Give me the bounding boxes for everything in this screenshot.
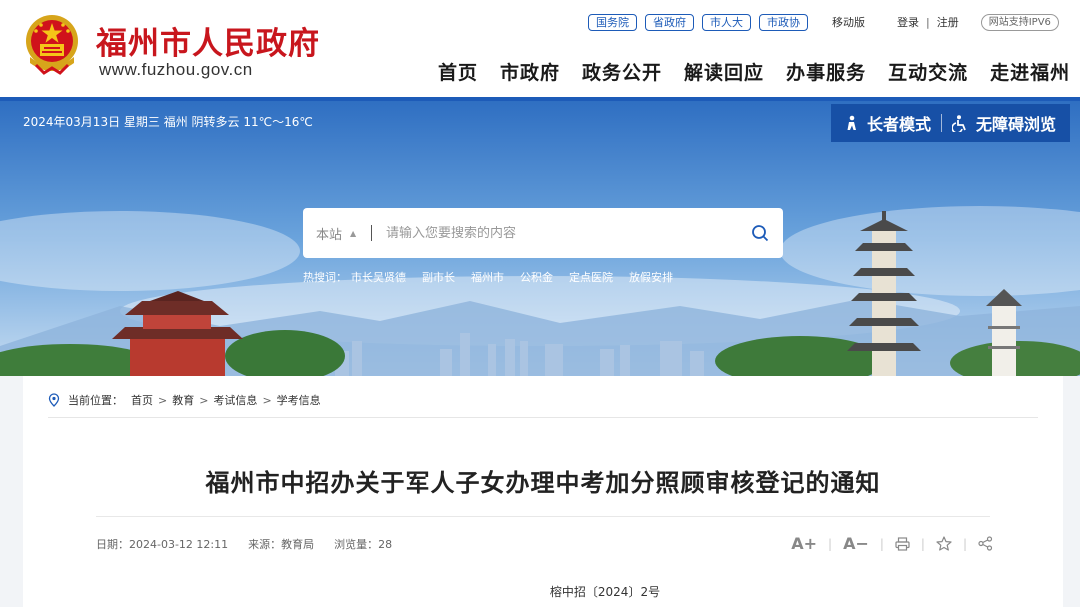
wheelchair-icon (951, 114, 966, 132)
article-source: 来源：教育局 (248, 538, 315, 551)
mobile-version-link[interactable]: 移动版 (832, 14, 865, 30)
hot-word[interactable]: 福州市 (471, 269, 504, 285)
ipv6-badge: 网站支持IPV6 (980, 13, 1059, 31)
search-input[interactable] (386, 225, 726, 241)
nav-city-gov[interactable]: 市政府 (500, 58, 560, 85)
site-name[interactable]: 福州市人民政府 (96, 18, 320, 63)
hot-word[interactable]: 定点医院 (569, 269, 613, 285)
hot-search-label: 热搜词： (303, 271, 347, 284)
date-weather: 2024年03月13日 星期三 福州 阴转多云 11℃～16℃ (23, 115, 313, 129)
font-decrease-button[interactable]: A− (843, 534, 869, 553)
top-links: 国务院 省政府 市人大 市政协 移动版 登录 | 注册 网站支持IPV6 (588, 13, 1059, 31)
hot-word[interactable]: 副市长 (422, 269, 455, 285)
link-municipal-congress[interactable]: 市人大 (702, 13, 751, 31)
elder-mode-button[interactable]: 长者模式 (845, 111, 931, 135)
nav-services[interactable]: 办事服务 (786, 58, 866, 85)
hot-search-words: 热搜词： 市长吴贤德 副市长 福州市 公积金 定点医院 放假安排 (303, 269, 689, 285)
breadcrumb-education[interactable]: 教育 (172, 392, 194, 408)
breadcrumb-sep: > (199, 393, 209, 407)
breadcrumb-sep: > (158, 393, 168, 407)
publish-date: 日期：2024-03-12 12:11 (96, 538, 229, 551)
breadcrumb-exam-info[interactable]: 考试信息 (213, 392, 257, 408)
national-emblem-icon (26, 15, 78, 75)
article-title: 福州市中招办关于军人子女办理中考加分照顾审核登记的通知 (205, 469, 881, 497)
main-nav: 首页 市政府 政务公开 解读回应 办事服务 互动交流 走进福州 (438, 58, 1070, 85)
hot-word[interactable]: 放假安排 (629, 269, 673, 285)
title-divider (96, 516, 990, 517)
article-meta: 日期：2024-03-12 12:11 来源：教育局 浏览量：28 (96, 536, 412, 552)
elder-icon (847, 115, 856, 130)
font-increase-button[interactable]: A+ (791, 534, 817, 553)
location-label: 当前位置： (68, 394, 123, 407)
elder-mode-label: 长者模式 (866, 115, 931, 134)
hot-word[interactable]: 市长吴贤德 (351, 269, 406, 285)
search-box: 本站 ▲ (303, 208, 783, 258)
breadcrumb: 当前位置： 首页 > 教育 > 考试信息 > 学考信息 (48, 392, 321, 408)
link-cppcc[interactable]: 市政协 (759, 13, 808, 31)
share-icon[interactable] (978, 536, 993, 551)
accessible-browse-button[interactable]: 无障碍浏览 (951, 111, 1056, 135)
breadcrumb-divider (48, 417, 1038, 418)
login-link[interactable]: 登录 (897, 14, 919, 30)
scope-sort-icon: ▲ (350, 228, 357, 238)
favorite-star-icon[interactable] (936, 536, 952, 551)
search-scope-select[interactable]: 本站 ▲ (303, 224, 371, 243)
document-number: 榕中招〔2024〕2号 (549, 585, 661, 599)
link-provincial-gov[interactable]: 省政府 (645, 13, 694, 31)
breadcrumb-home[interactable]: 首页 (131, 392, 153, 408)
hero-banner: 2024年03月13日 星期三 福州 阴转多云 11℃～16℃ 长者模式 无障碍… (0, 101, 1080, 376)
breadcrumb-sep: > (262, 393, 272, 407)
access-divider (940, 114, 942, 132)
search-icon[interactable] (751, 224, 769, 242)
nav-about-fuzhou[interactable]: 走进福州 (990, 58, 1070, 85)
login-separator: | (926, 15, 930, 29)
nav-gov-affairs[interactable]: 政务公开 (582, 58, 662, 85)
site-url[interactable]: www.fuzhou.gov.cn (99, 60, 253, 80)
nav-interpretation[interactable]: 解读回应 (684, 58, 764, 85)
accessibility-bar: 长者模式 无障碍浏览 (830, 104, 1070, 142)
article-tools: A+ | A− | | | (791, 534, 993, 553)
site-header: 福州市人民政府 www.fuzhou.gov.cn 国务院 省政府 市人大 市政… (0, 0, 1080, 97)
search-divider (371, 225, 372, 241)
print-icon[interactable] (895, 536, 910, 551)
search-scope-value: 本站 (316, 227, 343, 243)
location-pin-icon (48, 393, 60, 407)
breadcrumb-academic-exam[interactable]: 学考信息 (277, 392, 321, 408)
article-card: 当前位置： 首页 > 教育 > 考试信息 > 学考信息 福州市中招办关于军人子女… (23, 376, 1063, 607)
hot-word[interactable]: 公积金 (520, 269, 553, 285)
link-state-council[interactable]: 国务院 (588, 13, 637, 31)
nav-home[interactable]: 首页 (438, 58, 478, 85)
register-link[interactable]: 注册 (937, 14, 959, 30)
accessible-browse-label: 无障碍浏览 (975, 115, 1056, 134)
view-count: 浏览量：28 (334, 538, 393, 551)
nav-interaction[interactable]: 互动交流 (888, 58, 968, 85)
